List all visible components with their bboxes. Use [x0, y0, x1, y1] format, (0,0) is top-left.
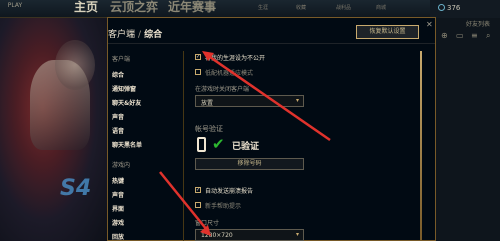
- phone-icon: [197, 137, 206, 152]
- sidebar-item-game[interactable]: 游戏: [112, 218, 124, 227]
- search-icon[interactable]: ⌕: [486, 31, 490, 41]
- breadcrumb-separator: /: [138, 30, 142, 40]
- remove-phone-button[interactable]: 移除号码: [195, 158, 304, 170]
- low-spec-label: 低配机器适应模式: [205, 70, 254, 77]
- window-size-label: 窗口尺寸: [195, 220, 220, 227]
- close-client-label: 在游戏时关闭客户端: [195, 86, 250, 93]
- nav-tft[interactable]: 云顶之弈: [110, 0, 158, 14]
- auto-report-checkbox[interactable]: ✓: [195, 187, 201, 193]
- verified-text: 已验证: [232, 142, 260, 152]
- sidebar-item-general[interactable]: 综合: [112, 70, 124, 79]
- sidebar-item-replay[interactable]: 回放: [112, 232, 124, 241]
- sidebar-item-ingame-sound[interactable]: 声音: [112, 190, 124, 199]
- dialog-header: 客户端 / 综合 恢复默认设置 ✕: [108, 18, 435, 44]
- content-scrollbar[interactable]: [420, 51, 422, 241]
- nav-loot[interactable]: 战利品: [336, 4, 351, 11]
- play-button[interactable]: PLAY: [2, 0, 28, 12]
- chevron-down-icon: ▾: [295, 97, 299, 104]
- friends-panel: [434, 18, 500, 241]
- close-client-value: 放置: [201, 100, 214, 107]
- restore-defaults-button[interactable]: 恢复默认设置: [356, 25, 419, 39]
- breadcrumb-parent: 客户端: [108, 30, 136, 40]
- currency-amount: 376: [447, 4, 461, 12]
- breadcrumb: 客户端 / 综合: [108, 27, 162, 40]
- sidebar-item-hotkeys[interactable]: 热键: [112, 176, 124, 185]
- window-size-select[interactable]: 1280×720 ▾: [195, 229, 304, 241]
- settings-dialog: 客户端 / 综合 恢复默认设置 ✕ 客户端 综合 通知弹窗 聊天&好友 声音 语音 …: [107, 17, 436, 241]
- nav-store[interactable]: 商城: [376, 4, 386, 11]
- sidebar-section-ingame: 游戏内: [112, 162, 131, 169]
- friends-header: 好友列表: [466, 21, 491, 28]
- sidebar-item-blocked[interactable]: 聊天黑名单: [112, 140, 142, 149]
- list-icon[interactable]: ≡: [471, 31, 478, 40]
- chevron-down-icon: ▾: [295, 231, 299, 238]
- breadcrumb-current: 综合: [144, 30, 163, 40]
- chat-icon[interactable]: ▭: [456, 31, 464, 40]
- newbie-tips-checkbox[interactable]: [195, 202, 201, 208]
- background-number-art: S4: [60, 176, 92, 201]
- sidebar-item-interface[interactable]: 界面: [112, 204, 124, 213]
- newbie-tips-label: 新手帮助提示: [205, 203, 242, 210]
- window-size-value: 1280×720: [201, 232, 233, 239]
- hide-career-label: 将我的生涯设为不公开: [205, 55, 266, 62]
- settings-sidebar: 客户端 综合 通知弹窗 聊天&好友 声音 语音 聊天黑名单 游戏内 热键 声音 …: [108, 45, 181, 241]
- nav-collection[interactable]: 收藏: [296, 4, 306, 11]
- currency-icon: [438, 4, 445, 11]
- auto-report-label: 自动发送崩溃报告: [205, 188, 254, 195]
- check-icon: ✔: [212, 135, 225, 153]
- close-client-select[interactable]: 放置 ▾: [195, 95, 304, 107]
- sidebar-item-chat-friends[interactable]: 聊天&好友: [112, 98, 141, 107]
- add-friend-icon[interactable]: ⊕: [441, 31, 448, 40]
- settings-content: ✓ 将我的生涯设为不公开 低配机器适应模式 在游戏时关闭客户端 放置 ▾ 帐号验…: [195, 45, 415, 241]
- nav-esports[interactable]: 近年赛事: [168, 0, 216, 14]
- client-topbar: PLAY 主页 云顶之弈 近年赛事 生涯 收藏 战利品 商城 376: [0, 0, 500, 18]
- sidebar-divider: [183, 51, 184, 241]
- champion-head: [55, 40, 95, 90]
- sidebar-item-notifications[interactable]: 通知弹窗: [112, 84, 136, 93]
- nav-home[interactable]: 主页: [74, 0, 98, 14]
- close-icon[interactable]: ✕: [426, 20, 433, 29]
- low-spec-checkbox[interactable]: [195, 69, 201, 75]
- sidebar-item-sound[interactable]: 声音: [112, 112, 124, 121]
- hide-career-checkbox[interactable]: ✓: [195, 54, 201, 60]
- account-verify-label: 帐号验证: [195, 125, 223, 133]
- nav-career[interactable]: 生涯: [258, 4, 268, 11]
- sidebar-item-voice[interactable]: 语音: [112, 126, 124, 135]
- sidebar-section-client: 客户端: [112, 56, 131, 63]
